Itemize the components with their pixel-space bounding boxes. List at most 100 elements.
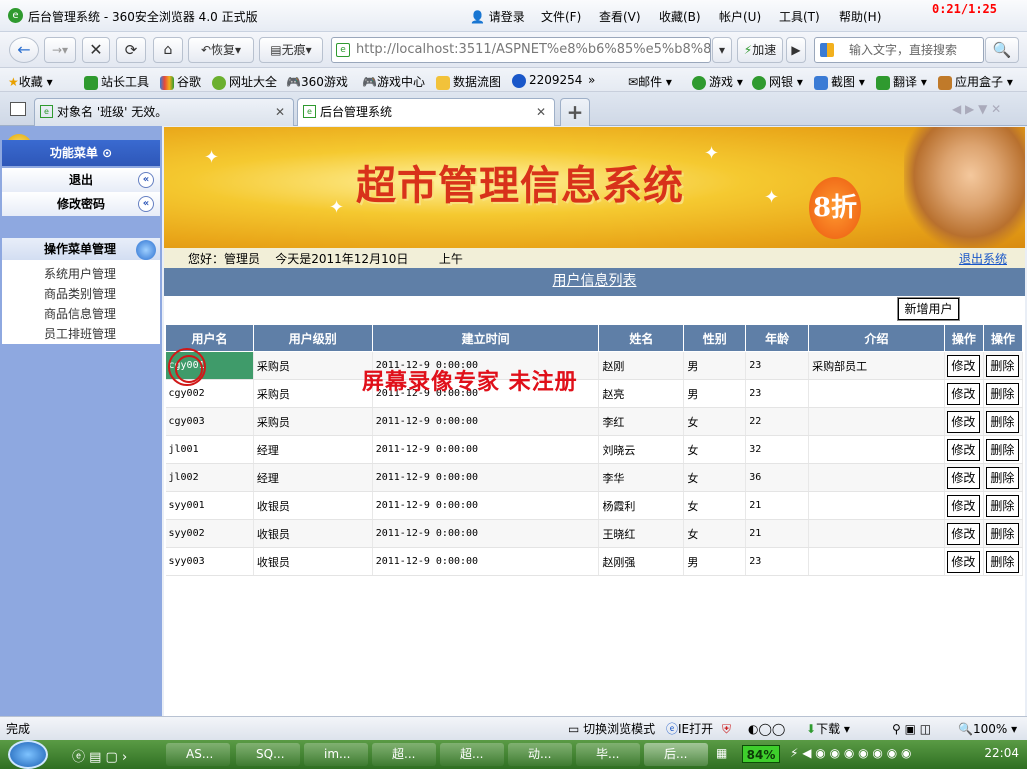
forward-button[interactable]: →▾ [44,37,76,63]
tab-admin-system[interactable]: e 后台管理系统 ✕ [297,98,555,126]
edit-button[interactable]: 修改 [946,550,980,573]
menu-tools[interactable]: 工具(T) [779,8,820,25]
ie-open-button[interactable]: ⓔIE打开 [666,717,713,741]
edit-button[interactable]: 修改 [946,438,980,461]
add-user-button[interactable]: 新增用户 [897,297,960,321]
edit-button[interactable]: 修改 [946,494,980,517]
taskbar-item[interactable]: 毕... [576,743,640,766]
tab-bar: e 对象名 '班级' 无效。 ✕ e 后台管理系统 ✕ + ◀ ▶ ▼ ✕ [0,92,1027,126]
trace-button[interactable]: ▤无痕▾ [259,37,323,63]
new-tab-button[interactable]: + [560,98,590,126]
menu-view[interactable]: 查看(V) [599,8,641,25]
search-engine-icon[interactable] [820,43,834,57]
double-chevron-icon: « [138,172,154,188]
sidebar-toggle-icon[interactable] [10,102,26,116]
taskbar-item-active[interactable]: 后... [644,743,708,766]
cell-intro [808,547,945,576]
sidebar-item-user-management[interactable]: 系统用户管理 [44,265,116,282]
address-dropdown[interactable]: ▾ [712,37,732,63]
bookmark-game-center[interactable]: 🎮游戏中心 [362,73,425,90]
edit-button[interactable]: 修改 [946,522,980,545]
sidebar-item-product-management[interactable]: 商品信息管理 [44,305,116,322]
logout-link[interactable]: 退出系统 [959,248,1007,270]
edit-button[interactable]: 修改 [946,354,980,377]
taskbar-item[interactable]: 超... [440,743,504,766]
edit-button[interactable]: 修改 [946,466,980,489]
sidebar-item-category-management[interactable]: 商品类别管理 [44,285,116,302]
status-tool-icons[interactable]: ⚲ ▣ ◫ [892,717,931,741]
toggle-icon[interactable]: ◐◯◯ [748,717,785,741]
bookmark-favorites[interactable]: ★收藏 ▾ [8,73,53,90]
cell-username: jl001 [165,435,254,464]
delete-button[interactable]: 删除 [985,522,1019,545]
sparkle-icon: ✦ [764,187,780,208]
cell-sex: 男 [683,351,747,380]
search-input[interactable]: 输入文字，直接搜索 [814,37,984,63]
login-link[interactable]: 👤 请登录 [470,8,525,25]
taskbar-item[interactable]: 动... [508,743,572,766]
toolbar-translate[interactable]: 翻译 ▾ [876,73,927,90]
back-button[interactable]: ← [9,37,39,63]
menu-favorites[interactable]: 收藏(B) [659,8,701,25]
restore-button[interactable]: ↶恢复▾ [188,37,254,63]
speed-button[interactable]: ⚡加速 [737,37,783,63]
function-menu-header[interactable]: 功能菜单 ⊙ [2,140,160,166]
go-button[interactable]: ▶ [786,37,806,63]
switch-mode-button[interactable]: ▭ 切换浏览模式 [568,717,655,741]
home-button[interactable]: ⌂ [153,37,183,63]
sidebar-item-change-password[interactable]: 修改密码 « [2,192,160,216]
bookmark-data-flow[interactable]: 数据流图 [436,73,501,90]
sidebar-item-shift-management[interactable]: 员工排班管理 [44,325,116,342]
edit-button[interactable]: 修改 [946,382,980,405]
menu-file[interactable]: 文件(F) [541,8,581,25]
stop-button[interactable]: ✕ [82,37,110,63]
bookmark-url-directory[interactable]: 网址大全 [212,73,277,90]
menu-help[interactable]: 帮助(H) [839,8,881,25]
cell-sex: 女 [683,435,747,464]
tab-error[interactable]: e 对象名 '班级' 无效。 ✕ [34,98,294,126]
toolbar-mail[interactable]: ✉邮件 ▾ [628,73,672,90]
address-bar[interactable]: http://localhost:3511/ASPNET%e8%b6%85%e5… [331,37,711,63]
delete-button[interactable]: 删除 [985,410,1019,433]
shield-icon[interactable]: ⛨ [722,717,731,741]
toolbar-games[interactable]: 游戏 ▾ [692,73,743,90]
taskbar-item[interactable]: AS... [166,743,230,766]
toolbar-app-box[interactable]: 应用盒子 ▾ [938,73,1013,90]
edit-button[interactable]: 修改 [946,410,980,433]
zoom-control[interactable]: 🔍100% ▾ [958,717,1017,741]
tab-close-icon[interactable]: ✕ [275,99,285,125]
bookmark-webmaster-tools[interactable]: 站长工具 [84,73,149,90]
menu-account[interactable]: 帐户(U) [719,8,761,25]
tab-close-icon[interactable]: ✕ [536,99,546,125]
delete-button[interactable]: 删除 [985,354,1019,377]
tab-nav-controls[interactable]: ◀ ▶ ▼ ✕ [952,102,1001,116]
toolbar-bank[interactable]: 网银 ▾ [752,73,803,90]
taskbar-item[interactable]: 超... [372,743,436,766]
bookmark-google[interactable]: 谷歌 [160,73,201,90]
start-button[interactable] [8,740,48,769]
tray-icons[interactable]: ⚡ ◀ ◉ ◉ ◉ ◉ ◉ ◉ ◉ [790,746,911,760]
cell-created-time: 2011-12-9 0:00:00 [372,407,600,436]
delete-button[interactable]: 删除 [985,382,1019,405]
quick-launch-icons[interactable]: ⓔ ▤ ▢ › [72,746,127,765]
more-bookmarks[interactable]: » [588,73,595,87]
bookmark-2209254[interactable]: 2209254 [512,73,582,88]
toolbar-screenshot[interactable]: 截图 ▾ [814,73,865,90]
list-title[interactable]: 用户信息列表 [164,268,1025,296]
download-button[interactable]: ⬇下载 ▾ [806,717,850,741]
delete-button[interactable]: 删除 [985,466,1019,489]
taskbar-item[interactable]: im... [304,743,368,766]
sparkle-icon: ✦ [704,143,720,164]
taskbar-item[interactable]: SQ... [236,743,300,766]
cell-edit: 修改 [944,519,984,548]
cell-age: 36 [745,463,810,492]
delete-button[interactable]: 删除 [985,550,1019,573]
cell-name: 刘晓云 [598,435,685,464]
delete-button[interactable]: 删除 [985,494,1019,517]
cell-age: 22 [745,407,810,436]
refresh-button[interactable]: ⟳ [116,37,146,63]
search-button[interactable]: 🔍 [985,37,1019,63]
sidebar-item-logout[interactable]: 退出 « [2,168,160,192]
bookmark-360-games[interactable]: 🎮360游戏 [286,73,348,90]
delete-button[interactable]: 删除 [985,438,1019,461]
